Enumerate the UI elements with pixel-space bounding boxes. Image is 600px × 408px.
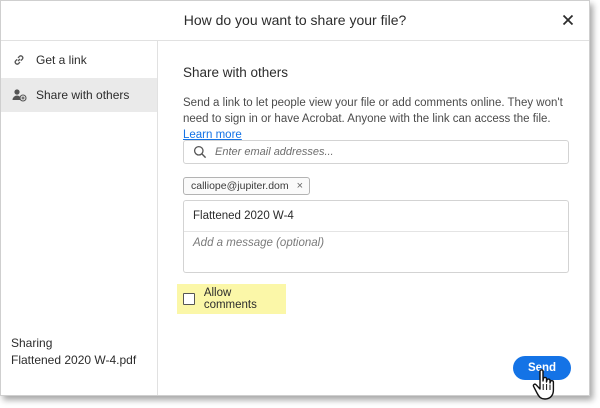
description-text: Send a link to let people view your file…	[183, 97, 563, 125]
dialog-header: How do you want to share your file?	[1, 1, 589, 41]
main-panel: Share with others Send a link to let peo…	[158, 41, 589, 395]
allow-comments-label: Allow comments	[203, 287, 257, 311]
search-icon	[193, 145, 207, 159]
remove-recipient-icon[interactable]: ×	[297, 180, 303, 192]
recipient-chip: calliope@jupiter.dom ×	[183, 177, 311, 195]
add-person-icon	[11, 87, 27, 103]
allow-comments-checkbox[interactable]	[183, 293, 195, 305]
sharing-info: Sharing Flattened 2020 W-4.pdf	[11, 335, 136, 369]
section-title: Share with others	[183, 65, 289, 80]
sharing-file-name: Flattened 2020 W-4.pdf	[11, 353, 137, 367]
dialog-title: How do you want to share your file?	[183, 12, 407, 28]
description: Send a link to let people view your file…	[183, 95, 578, 143]
sidebar-item-label: Share with others	[36, 88, 130, 102]
sidebar: Get a link Share with others Sharing Fla…	[1, 41, 158, 395]
message-field[interactable]: Add a message (optional)	[183, 231, 569, 273]
sidebar-item-share-with-others[interactable]: Share with others	[1, 78, 157, 112]
sidebar-item-label: Get a link	[36, 53, 87, 67]
share-dialog: How do you want to share your file? Get …	[0, 0, 590, 396]
sharing-label: Sharing	[11, 336, 53, 350]
email-field[interactable]	[183, 140, 569, 164]
subject-field[interactable]: Flattened 2020 W-4	[183, 200, 569, 232]
email-input[interactable]	[215, 146, 545, 158]
close-button[interactable]	[559, 11, 577, 29]
recipient-email: calliope@jupiter.dom	[191, 180, 289, 192]
sidebar-item-get-link[interactable]: Get a link	[1, 43, 157, 77]
hand-cursor-icon	[532, 369, 555, 400]
link-icon	[11, 52, 27, 68]
allow-comments-option[interactable]: Allow comments	[177, 284, 286, 314]
close-icon[interactable]	[559, 11, 577, 29]
